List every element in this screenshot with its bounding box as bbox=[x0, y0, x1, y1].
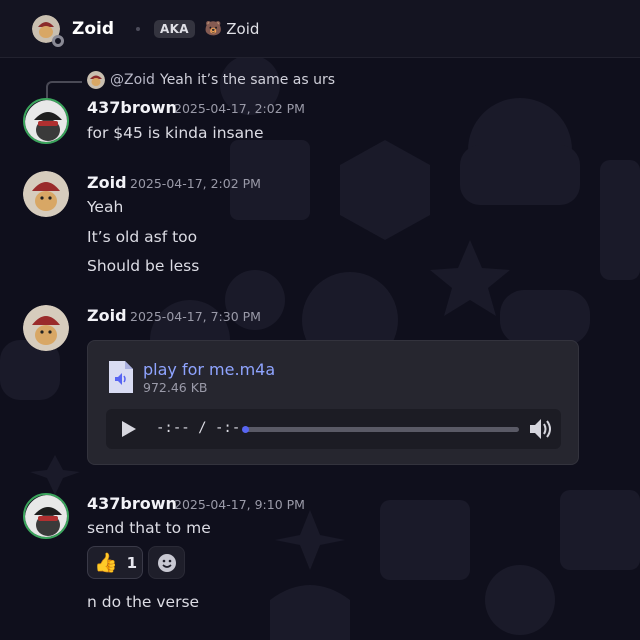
message-timestamp: 2025-04-17, 2:02 PM bbox=[174, 101, 305, 116]
message-username[interactable]: Zoid bbox=[87, 173, 127, 192]
message-text: Yeah bbox=[87, 198, 124, 216]
message-text: n do the verse bbox=[87, 593, 200, 611]
message-username[interactable]: 437brown bbox=[87, 494, 177, 513]
reaction-thumbs-up[interactable]: 👍 1 bbox=[87, 546, 143, 579]
progress-bar[interactable] bbox=[242, 426, 519, 433]
reply-connector bbox=[46, 81, 82, 99]
attachment-filename[interactable]: play for me.m4a bbox=[143, 360, 275, 379]
audio-attachment: play for me.m4a 972.46 KB -:-- / -:-- bbox=[87, 340, 579, 465]
time-readout: -:-- / -:-- bbox=[156, 420, 249, 436]
reply-mention[interactable]: @Zoid bbox=[110, 72, 155, 88]
message-timestamp: 2025-04-17, 9:10 PM bbox=[174, 497, 305, 512]
user-avatar[interactable] bbox=[23, 98, 69, 144]
message-text: Should be less bbox=[87, 257, 200, 275]
message-text: It’s old asf too bbox=[87, 228, 198, 246]
message-text: for $45 is kinda insane bbox=[87, 124, 264, 142]
message-timestamp: 2025-04-17, 2:02 PM bbox=[130, 176, 261, 191]
audio-player: -:-- / -:-- bbox=[106, 409, 561, 449]
separator-dot bbox=[136, 26, 141, 31]
bear-emoji-icon: 🐻 bbox=[204, 20, 223, 37]
message-username[interactable]: Zoid bbox=[87, 306, 127, 325]
status-indicator bbox=[52, 34, 64, 47]
channel-header: Zoid AKA 🐻 Zoid bbox=[0, 0, 640, 58]
thumbs-up-icon: 👍 bbox=[94, 552, 118, 574]
message-text: send that to me bbox=[87, 519, 211, 537]
reply-text[interactable]: Yeah it’s the same as urs bbox=[160, 72, 335, 88]
volume-icon[interactable] bbox=[528, 417, 554, 441]
reply-avatar[interactable] bbox=[87, 71, 105, 89]
message-timestamp: 2025-04-17, 7:30 PM bbox=[130, 309, 261, 324]
header-avatar[interactable] bbox=[32, 14, 64, 47]
attachment-filesize: 972.46 KB bbox=[143, 380, 208, 395]
user-avatar[interactable] bbox=[23, 171, 69, 217]
audio-file-icon[interactable] bbox=[107, 359, 135, 395]
progress-knob[interactable] bbox=[242, 426, 249, 433]
aka-name: Zoid bbox=[226, 19, 260, 38]
aka-badge: AKA bbox=[154, 19, 195, 38]
add-reaction-button[interactable] bbox=[148, 546, 185, 579]
message-username[interactable]: 437brown bbox=[87, 98, 177, 117]
smiley-icon bbox=[158, 554, 176, 572]
user-avatar[interactable] bbox=[23, 493, 69, 539]
reaction-count: 1 bbox=[126, 553, 138, 572]
user-avatar[interactable] bbox=[23, 305, 69, 351]
header-username: Zoid bbox=[72, 18, 115, 39]
play-icon[interactable] bbox=[118, 419, 138, 439]
